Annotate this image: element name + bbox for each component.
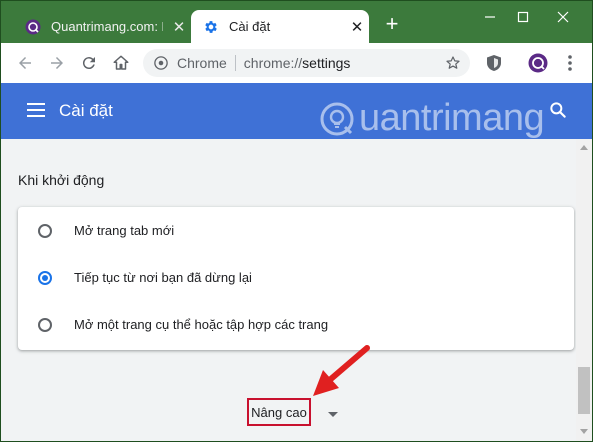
scroll-thumb[interactable] bbox=[578, 367, 590, 414]
close-icon[interactable]: ✕ bbox=[349, 19, 365, 36]
settings-content: Khi khởi động Mở trang tab mới Tiếp tục … bbox=[1, 139, 576, 441]
tab-quantrimang[interactable]: Quantrimang.com: Ki ✕ bbox=[13, 10, 191, 43]
tab-settings[interactable]: Cài đặt ✕ bbox=[191, 10, 369, 43]
minimize-button[interactable] bbox=[475, 7, 505, 27]
bookmark-star-icon[interactable] bbox=[444, 54, 462, 72]
search-icon[interactable] bbox=[548, 100, 568, 120]
minimize-icon bbox=[485, 16, 495, 18]
back-arrow-icon bbox=[19, 57, 31, 69]
tab-title: Cài đặt bbox=[229, 19, 271, 34]
forward-button[interactable] bbox=[45, 51, 69, 75]
extension-shield-button[interactable] bbox=[483, 52, 505, 74]
settings-gear-icon bbox=[203, 19, 219, 35]
startup-option-specific-pages[interactable]: Mở một trang cụ thể hoặc tập hợp các tra… bbox=[18, 301, 574, 348]
browser-window: Quantrimang.com: Ki ✕ Cài đặt ✕ + Chrome… bbox=[0, 0, 593, 442]
watermark-logo-icon bbox=[320, 102, 354, 135]
new-tab-button[interactable]: + bbox=[381, 13, 403, 35]
red-arrow-annotation-icon bbox=[313, 345, 370, 396]
url-text: chrome://settings bbox=[244, 55, 351, 71]
menu-button[interactable] bbox=[559, 52, 581, 74]
radio-button-checked[interactable] bbox=[38, 270, 52, 285]
window-close-icon bbox=[557, 11, 569, 23]
option-label: Mở một trang cụ thể hoặc tập hợp các tra… bbox=[74, 317, 329, 332]
advanced-button[interactable]: Nâng cao bbox=[247, 398, 311, 426]
quantrimang-favicon-icon bbox=[25, 19, 41, 35]
maximize-button[interactable] bbox=[508, 7, 538, 27]
home-icon bbox=[113, 55, 129, 70]
option-label: Mở trang tab mới bbox=[74, 223, 175, 238]
watermark-text: uantrimang bbox=[359, 97, 545, 139]
scroll-down-arrow-icon[interactable] bbox=[580, 429, 588, 434]
tab-title: Quantrimang.com: Ki bbox=[51, 19, 163, 34]
hamburger-menu-icon[interactable] bbox=[27, 103, 45, 117]
startup-options-card: Mở trang tab mới Tiếp tục từ nơi bạn đã … bbox=[18, 207, 574, 350]
radio-button[interactable] bbox=[38, 223, 52, 238]
shield-icon bbox=[487, 55, 501, 71]
tab-strip: Quantrimang.com: Ki ✕ Cài đặt ✕ + bbox=[1, 1, 592, 43]
maximize-icon bbox=[517, 11, 529, 23]
startup-option-continue[interactable]: Tiếp tục từ nơi bạn đã dừng lại bbox=[18, 254, 574, 301]
browser-toolbar: Chrome chrome://settings bbox=[1, 43, 592, 84]
address-bar[interactable]: Chrome chrome://settings bbox=[143, 49, 470, 77]
window-close-button[interactable] bbox=[548, 7, 578, 27]
profile-avatar-button[interactable] bbox=[527, 52, 549, 74]
scroll-up-arrow-icon[interactable] bbox=[580, 145, 588, 150]
site-chip: Chrome bbox=[177, 55, 227, 71]
radio-button[interactable] bbox=[38, 317, 52, 332]
avatar-icon bbox=[528, 53, 548, 73]
reload-button[interactable] bbox=[77, 51, 101, 75]
vertical-scrollbar[interactable] bbox=[576, 139, 592, 441]
url-scheme: chrome:// bbox=[243, 55, 303, 71]
url-path: settings bbox=[302, 55, 351, 71]
home-button[interactable] bbox=[109, 51, 133, 75]
quantrimang-watermark: uantrimang bbox=[319, 97, 545, 140]
chevron-down-icon[interactable] bbox=[328, 412, 338, 417]
chrome-logo-icon bbox=[153, 55, 169, 71]
startup-section-title: Khi khởi động bbox=[18, 172, 105, 188]
forward-arrow-icon bbox=[51, 57, 63, 69]
close-icon[interactable]: ✕ bbox=[171, 19, 187, 36]
page-title: Cài đặt bbox=[59, 101, 113, 120]
startup-option-new-tab[interactable]: Mở trang tab mới bbox=[18, 207, 574, 254]
more-vert-icon bbox=[568, 55, 572, 71]
option-label: Tiếp tục từ nơi bạn đã dừng lại bbox=[74, 270, 252, 285]
reload-icon bbox=[82, 57, 95, 70]
omnibox-divider bbox=[234, 55, 236, 71]
back-button[interactable] bbox=[13, 51, 37, 75]
